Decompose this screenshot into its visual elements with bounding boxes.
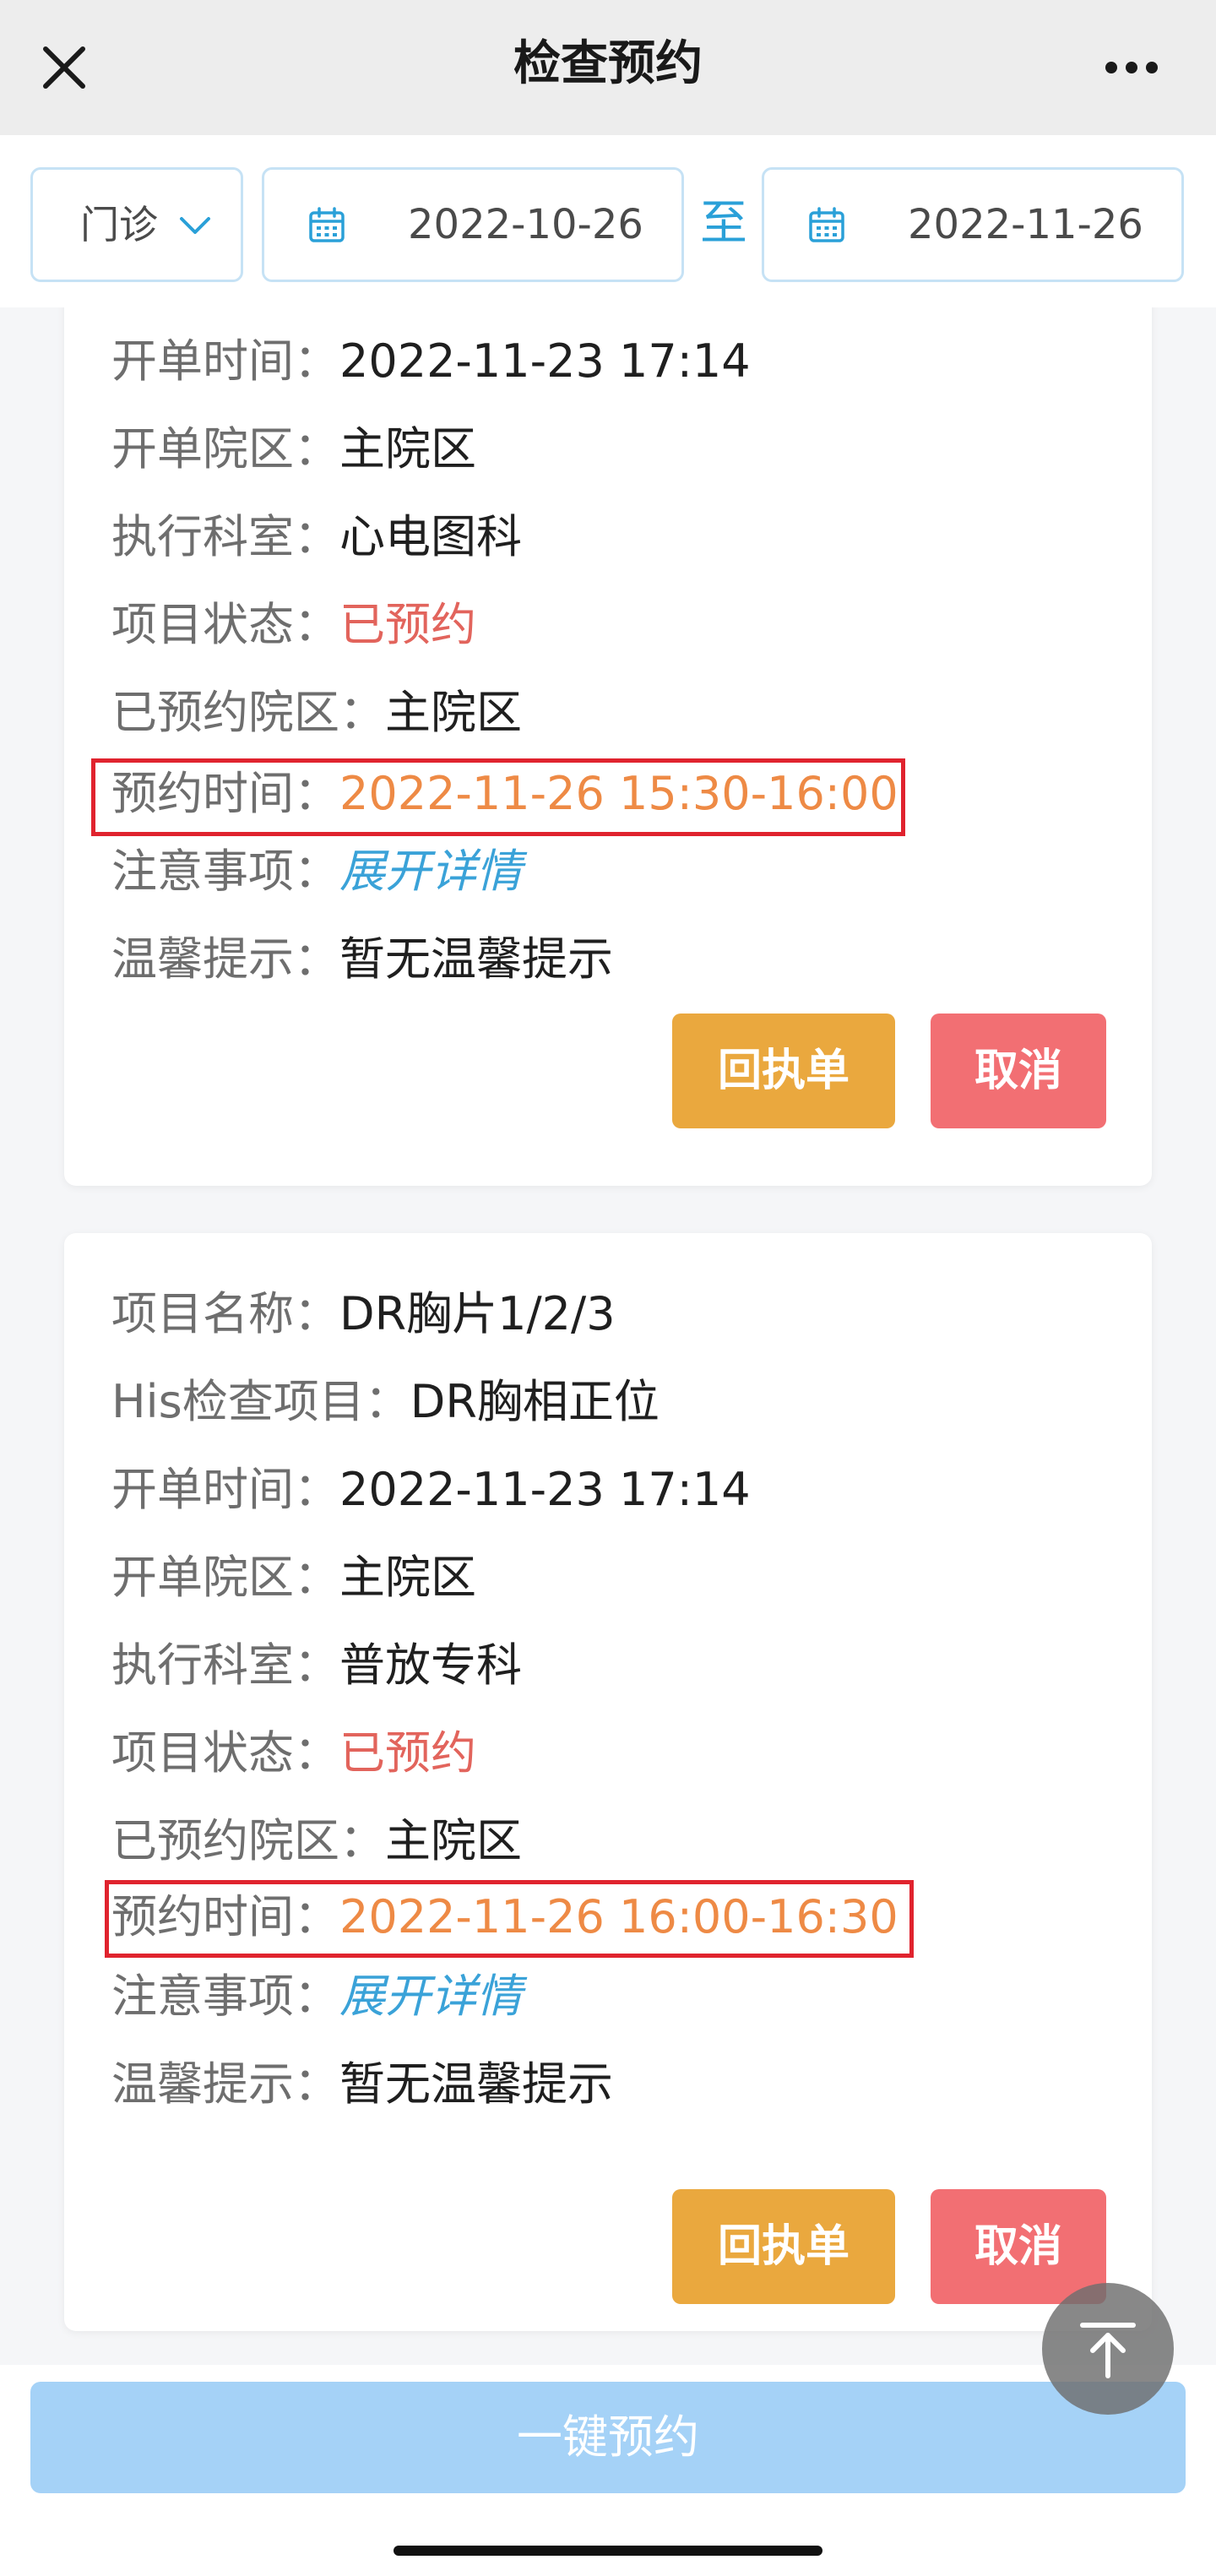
appointment-card: 开单时间：2022-11-23 17:14 开单院区：主院区 执行科室：心电图科… (64, 307, 1152, 1186)
department-field: 执行科室：普放专科 (111, 1639, 522, 1692)
one-click-book-button[interactable]: 一键预约 (30, 2382, 1186, 2493)
date-range-separator: 至 (700, 196, 747, 251)
end-date-value: 2022-11-26 (908, 201, 1143, 248)
notes-field: 注意事项：展开详情 (111, 1970, 522, 2023)
receipt-button[interactable]: 回执单 (672, 1014, 895, 1128)
navigation-bar: 检查预约 (0, 0, 1216, 135)
receipt-button[interactable]: 回执单 (672, 2189, 895, 2304)
status-field: 项目状态：已预约 (111, 1726, 476, 1780)
home-indicator (394, 2546, 822, 2556)
booked-campus-field: 已预约院区：主院区 (111, 686, 522, 739)
chevron-down-icon (180, 217, 210, 234)
filter-bar: 门诊 2022-10-26 至 2022-11-26 (0, 135, 1216, 307)
page-title: 检查预约 (513, 36, 703, 91)
order-campus-field: 开单院区：主院区 (111, 422, 476, 476)
cancel-button[interactable]: 取消 (931, 2189, 1106, 2304)
arrow-up-to-top-icon (1080, 2323, 1136, 2378)
his-item-field: His检查项目：DR胸相正位 (111, 1375, 660, 1428)
more-button[interactable] (1094, 37, 1169, 98)
department-field: 执行科室：心电图科 (111, 510, 522, 563)
expand-details-link[interactable]: 展开详情 (339, 1970, 522, 2023)
end-date-picker[interactable]: 2022-11-26 (762, 167, 1184, 282)
cancel-button[interactable]: 取消 (931, 1014, 1106, 1128)
item-name-field: 项目名称：DR胸片1/2/3 (111, 1287, 616, 1340)
status-badge: 已预约 (339, 598, 476, 651)
more-icon (1105, 62, 1158, 73)
notes-field: 注意事项：展开详情 (111, 845, 522, 898)
start-date-picker[interactable]: 2022-10-26 (262, 167, 684, 282)
tips-field: 温馨提示：暂无温馨提示 (111, 932, 613, 986)
calendar-icon (309, 207, 345, 242)
visit-type-select[interactable]: 门诊 (30, 167, 243, 282)
order-campus-field: 开单院区：主院区 (111, 1551, 476, 1604)
booked-campus-field: 已预约院区：主院区 (111, 1814, 522, 1867)
status-badge: 已预约 (339, 1726, 476, 1780)
order-time-field: 开单时间：2022-11-23 17:14 (111, 334, 751, 388)
status-field: 项目状态：已预约 (111, 598, 476, 651)
tips-field: 温馨提示：暂无温馨提示 (111, 2057, 613, 2111)
highlight-box (105, 1880, 914, 1958)
expand-details-link[interactable]: 展开详情 (339, 845, 522, 898)
highlight-box (91, 758, 905, 836)
calendar-icon (809, 207, 844, 242)
appointment-card: 项目名称：DR胸片1/2/3 His检查项目：DR胸相正位 开单时间：2022-… (64, 1233, 1152, 2331)
visit-type-value: 门诊 (80, 202, 158, 247)
start-date-value: 2022-10-26 (408, 201, 643, 248)
order-time-field: 开单时间：2022-11-23 17:14 (111, 1463, 751, 1516)
back-to-top-button[interactable] (1042, 2283, 1174, 2415)
appointment-list[interactable]: 开单时间：2022-11-23 17:14 开单院区：主院区 执行科室：心电图科… (0, 307, 1216, 2365)
